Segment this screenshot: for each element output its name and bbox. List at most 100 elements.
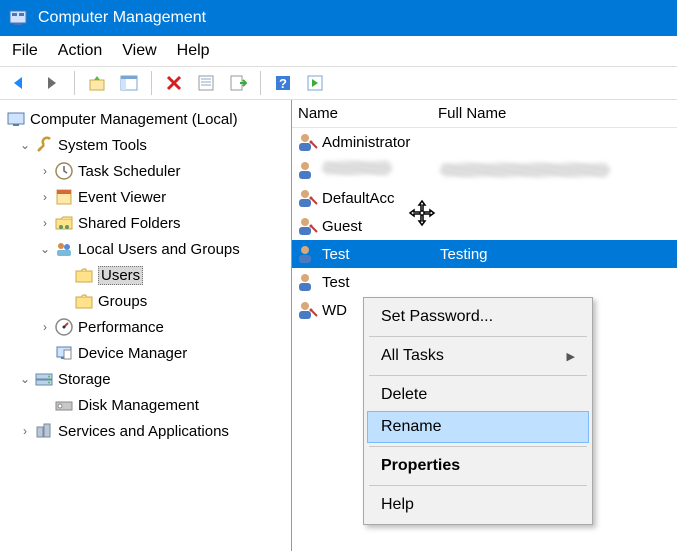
tree-root[interactable]: Computer Management (Local): [4, 106, 287, 132]
user-icon: [296, 131, 318, 153]
tree-services-apps[interactable]: › Services and Applications: [4, 418, 287, 444]
folder-icon: [74, 291, 94, 311]
user-icon: [296, 187, 318, 209]
performance-icon: [54, 317, 74, 337]
user-icon: [296, 159, 318, 181]
computer-mgmt-icon: [6, 109, 26, 129]
list-row-redacted[interactable]: [292, 156, 677, 184]
tree-users[interactable]: Users: [4, 262, 287, 288]
ctx-separator: [369, 485, 587, 486]
folder-icon: [74, 265, 94, 285]
menu-view[interactable]: View: [122, 42, 156, 60]
list-row-administrator[interactable]: Administrator: [292, 128, 677, 156]
expand-icon[interactable]: ›: [38, 190, 52, 204]
tree-label: Device Manager: [78, 345, 187, 362]
ctx-separator: [369, 375, 587, 376]
context-menu: Set Password... All Tasks▶ Delete Rename…: [363, 297, 593, 525]
expand-icon[interactable]: ›: [18, 424, 32, 438]
user-icon: [296, 271, 318, 293]
refresh-button[interactable]: [192, 69, 220, 97]
delete-button[interactable]: [160, 69, 188, 97]
users-groups-icon: [54, 239, 74, 259]
list-row-test2[interactable]: Test: [292, 268, 677, 296]
expand-icon[interactable]: ›: [38, 216, 52, 230]
user-name: Test: [322, 274, 440, 291]
user-fullname: Testing: [440, 246, 488, 263]
ctx-set-password[interactable]: Set Password...: [367, 301, 589, 333]
list-row-guest[interactable]: Guest: [292, 212, 677, 240]
toolbar: ?: [0, 66, 677, 100]
user-icon: [296, 215, 318, 237]
menubar: File Action View Help: [0, 36, 677, 66]
user-name: Administrator: [322, 134, 440, 151]
export-button[interactable]: [224, 69, 252, 97]
show-hide-tree-button[interactable]: [115, 69, 143, 97]
up-button[interactable]: [83, 69, 111, 97]
collapse-icon[interactable]: ⌄: [18, 372, 32, 386]
storage-icon: [34, 369, 54, 389]
help-button[interactable]: ?: [269, 69, 297, 97]
tree-storage[interactable]: ⌄ Storage: [4, 366, 287, 392]
tree-event-viewer[interactable]: › Event Viewer: [4, 184, 287, 210]
tree-label: Groups: [98, 293, 147, 310]
ctx-delete[interactable]: Delete: [367, 379, 589, 411]
tree-label: System Tools: [58, 137, 147, 154]
column-name[interactable]: Name: [298, 105, 438, 122]
user-name: DefaultAcc: [322, 190, 440, 207]
redacted-name: [322, 161, 392, 175]
collapse-icon[interactable]: ⌄: [38, 242, 52, 256]
list-row-test-selected[interactable]: Test Testing: [292, 240, 677, 268]
tree-system-tools[interactable]: ⌄ System Tools: [4, 132, 287, 158]
user-icon: [296, 299, 318, 321]
toolbar-separator: [74, 71, 75, 95]
back-button[interactable]: [6, 69, 34, 97]
tree-label: Performance: [78, 319, 164, 336]
menu-action[interactable]: Action: [58, 42, 102, 60]
svg-text:?: ?: [279, 76, 287, 91]
user-name: Guest: [322, 218, 440, 235]
services-icon: [34, 421, 54, 441]
tree-label: Storage: [58, 371, 111, 388]
expand-icon[interactable]: ›: [38, 320, 52, 334]
menu-file[interactable]: File: [12, 42, 38, 60]
tree-shared-folders[interactable]: › Shared Folders: [4, 210, 287, 236]
user-name: Test: [322, 246, 440, 263]
list-header: Name Full Name: [292, 100, 677, 128]
ctx-help[interactable]: Help: [367, 489, 589, 521]
tree-task-scheduler[interactable]: › Task Scheduler: [4, 158, 287, 184]
column-fullname[interactable]: Full Name: [438, 105, 506, 122]
ctx-rename[interactable]: Rename: [367, 411, 589, 443]
disk-icon: [54, 395, 74, 415]
tree-pane: Computer Management (Local) ⌄ System Too…: [0, 100, 292, 551]
tree-disk-management[interactable]: Disk Management: [4, 392, 287, 418]
collapse-icon[interactable]: ⌄: [18, 138, 32, 152]
titlebar: Computer Management: [0, 0, 677, 36]
window-title: Computer Management: [38, 9, 206, 27]
expand-icon[interactable]: ›: [38, 164, 52, 178]
tree-groups[interactable]: Groups: [4, 288, 287, 314]
toolbar-separator: [260, 71, 261, 95]
list-row-defaultaccount[interactable]: DefaultAcc: [292, 184, 677, 212]
device-manager-icon: [54, 343, 74, 363]
tree-performance[interactable]: › Performance: [4, 314, 287, 340]
tree-label: Users: [98, 266, 143, 285]
tree-label: Disk Management: [78, 397, 199, 414]
tree-local-users-groups[interactable]: ⌄ Local Users and Groups: [4, 236, 287, 262]
menu-help[interactable]: Help: [177, 42, 210, 60]
tools-icon: [34, 135, 54, 155]
event-viewer-icon: [54, 187, 74, 207]
toolbar-separator: [151, 71, 152, 95]
redacted-fullname: [440, 163, 610, 177]
tree-label: Local Users and Groups: [78, 241, 240, 258]
forward-button[interactable]: [38, 69, 66, 97]
tree-label: Task Scheduler: [78, 163, 181, 180]
ctx-separator: [369, 446, 587, 447]
tree-device-manager[interactable]: Device Manager: [4, 340, 287, 366]
clock-icon: [54, 161, 74, 181]
ctx-properties[interactable]: Properties: [367, 450, 589, 482]
submenu-arrow-icon: ▶: [567, 350, 575, 363]
ctx-all-tasks[interactable]: All Tasks▶: [367, 340, 589, 372]
tree-label: Shared Folders: [78, 215, 181, 232]
shared-folder-icon: [54, 213, 74, 233]
action-button[interactable]: [301, 69, 329, 97]
